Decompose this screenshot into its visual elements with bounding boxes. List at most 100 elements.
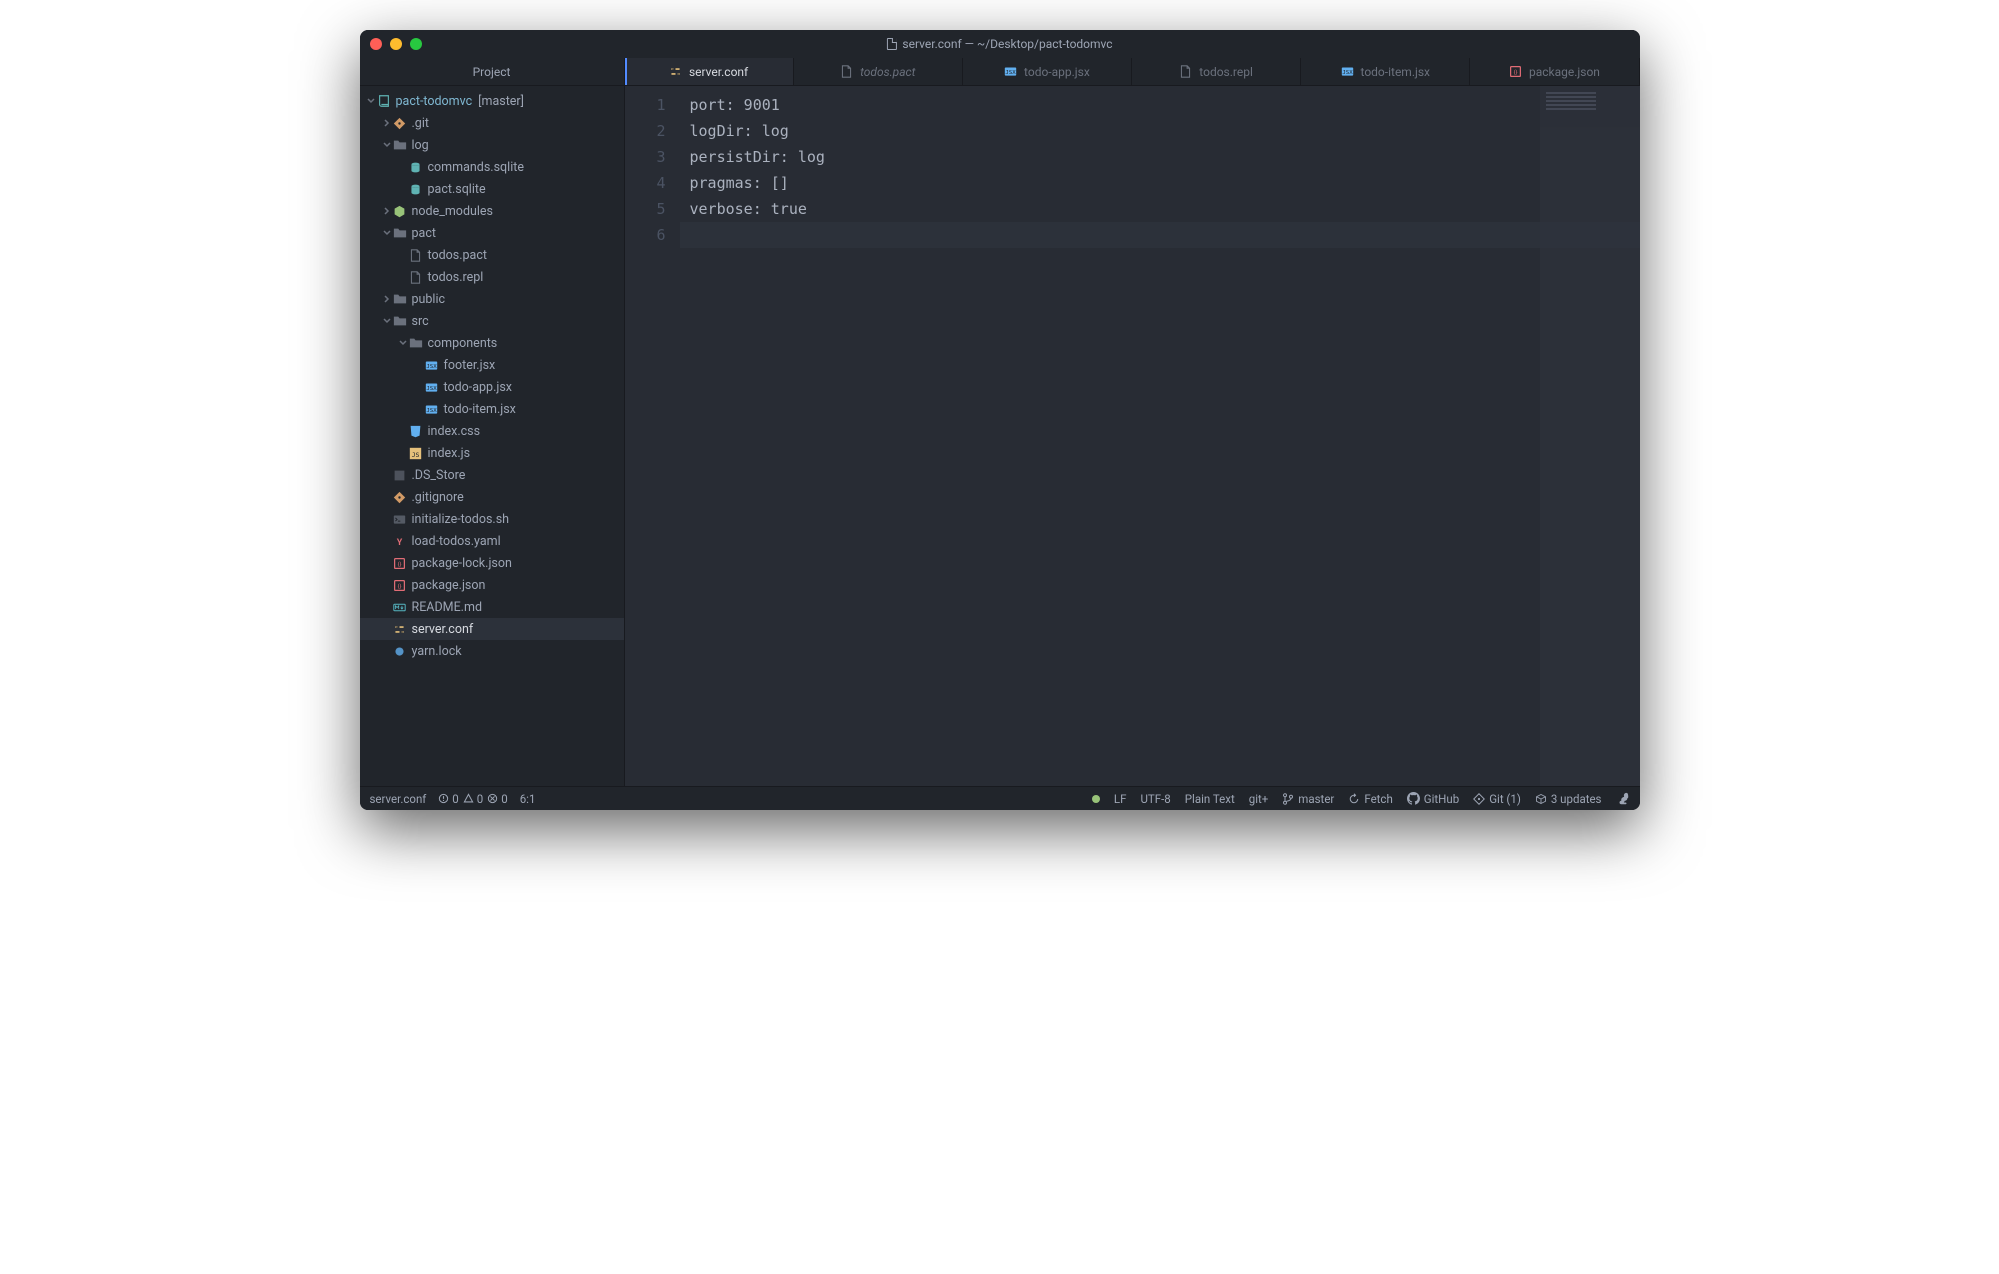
status-fetch[interactable]: Fetch: [1348, 792, 1392, 806]
code-line[interactable]: port: 9001: [680, 92, 1640, 118]
svg-text:{}: {}: [1514, 69, 1518, 76]
tab[interactable]: todos.pact: [794, 58, 963, 85]
file-tree[interactable]: pact-todomvc [master] .gitlog commands.sqli…: [360, 86, 624, 786]
tree-item[interactable]: node_modules: [360, 200, 624, 222]
tree-item[interactable]: initialize-todos.sh: [360, 508, 624, 530]
tree-item[interactable]: log: [360, 134, 624, 156]
tree-item[interactable]: server.conf: [360, 618, 624, 640]
editor-window: server.conf — ~/Desktop/pact-todomvc Pro…: [360, 30, 1640, 810]
maximize-window-button[interactable]: [410, 38, 422, 50]
status-git-status[interactable]: git+: [1249, 792, 1269, 806]
status-grammar[interactable]: Plain Text: [1185, 792, 1235, 806]
code-line[interactable]: verbose: true: [680, 196, 1640, 222]
js-icon: JS: [408, 447, 424, 460]
tree-item[interactable]: README.md: [360, 596, 624, 618]
jsx-icon: JSX: [424, 359, 440, 372]
status-branch[interactable]: master: [1282, 792, 1334, 806]
tree-item[interactable]: src: [360, 310, 624, 332]
git-icon: [1473, 793, 1485, 805]
tree-item-label: components: [428, 336, 498, 351]
tree-item[interactable]: .DS_Store: [360, 464, 624, 486]
tree-item[interactable]: JSX todo-app.jsx: [360, 376, 624, 398]
tab-label: todo-app.jsx: [1024, 65, 1090, 79]
tab[interactable]: JSXtodo-item.jsx: [1301, 58, 1470, 85]
tab-label: package.json: [1529, 65, 1600, 79]
svg-text:JSX: JSX: [426, 385, 437, 391]
file-icon: [840, 65, 854, 78]
tree-item[interactable]: public: [360, 288, 624, 310]
status-git-count[interactable]: Git (1): [1473, 792, 1521, 806]
code-area[interactable]: port: 9001logDir: logpersistDir: logprag…: [680, 86, 1640, 786]
status-diagnostics[interactable]: 0 0 0: [438, 792, 507, 806]
tab[interactable]: server.conf: [625, 58, 794, 85]
tree-item[interactable]: todos.pact: [360, 244, 624, 266]
tree-item[interactable]: index.css: [360, 420, 624, 442]
tree-item-label: src: [412, 314, 429, 329]
tree-item-label: server.conf: [412, 622, 474, 637]
tree-item-label: todo-app.jsx: [444, 380, 513, 395]
tree-item[interactable]: commands.sqlite: [360, 156, 624, 178]
tab[interactable]: JSX todo-app.jsx: [963, 58, 1132, 85]
code-line[interactable]: persistDir: log: [680, 144, 1640, 170]
tree-item[interactable]: JSXfooter.jsx: [360, 354, 624, 376]
line-number: 5: [625, 196, 666, 222]
chevron-right-icon: [382, 295, 392, 303]
jsx-icon: JSX: [1004, 65, 1018, 78]
tree-root-branch: [master]: [478, 94, 524, 109]
tree-item-label: commands.sqlite: [428, 160, 524, 175]
minimize-window-button[interactable]: [390, 38, 402, 50]
conf-icon: [669, 65, 683, 78]
status-filename[interactable]: server.conf: [370, 792, 427, 806]
tab-label: todos.repl: [1199, 65, 1253, 79]
status-github[interactable]: GitHub: [1407, 792, 1459, 806]
tab[interactable]: {} package.json: [1470, 58, 1639, 85]
code-line[interactable]: logDir: log: [680, 118, 1640, 144]
tree-item[interactable]: JSindex.js: [360, 442, 624, 464]
tree-item-label: todos.pact: [428, 248, 487, 263]
tree-item[interactable]: components: [360, 332, 624, 354]
tree-item[interactable]: .gitignore: [360, 486, 624, 508]
yaml-icon: Y: [392, 535, 408, 548]
tree-item[interactable]: {}package.json: [360, 574, 624, 596]
chevron-down-icon: [382, 229, 392, 237]
tree-item-label: .DS_Store: [412, 468, 466, 483]
tree-item[interactable]: pact: [360, 222, 624, 244]
git-icon: [392, 117, 408, 130]
status-squirrel[interactable]: [1616, 792, 1630, 806]
close-window-button[interactable]: [370, 38, 382, 50]
tree-root-label: pact-todomvc: [396, 94, 473, 109]
folder-icon: [392, 314, 408, 328]
json-icon: {}: [392, 557, 408, 570]
node-icon: [392, 205, 408, 218]
minimap[interactable]: [1540, 86, 1640, 786]
code-line[interactable]: [680, 222, 1640, 248]
tree-item[interactable]: Yload-todos.yaml: [360, 530, 624, 552]
tab[interactable]: todos.repl: [1132, 58, 1301, 85]
tab-bar: server.conftodos.pact JSX todo-app.jsx todo…: [625, 58, 1640, 86]
status-line-ending[interactable]: LF: [1114, 792, 1127, 806]
tree-root[interactable]: pact-todomvc [master]: [360, 90, 624, 112]
window-title: server.conf — ~/Desktop/pact-todomvc: [886, 37, 1112, 51]
chevron-down-icon: [382, 317, 392, 325]
tree-item[interactable]: {}package-lock.json: [360, 552, 624, 574]
status-updates[interactable]: 3 updates: [1535, 792, 1602, 806]
editor-body[interactable]: 123456 port: 9001logDir: logpersistDir: …: [625, 86, 1640, 786]
tree-item-label: package.json: [412, 578, 486, 593]
tree-item-label: yarn.lock: [412, 644, 462, 659]
status-encoding[interactable]: UTF-8: [1140, 792, 1170, 806]
lock-icon: [392, 645, 408, 658]
squirrel-icon: [1616, 792, 1630, 806]
tree-item[interactable]: yarn.lock: [360, 640, 624, 662]
tree-item[interactable]: JSXtodo-item.jsx: [360, 398, 624, 420]
editor-pane: server.conftodos.pact JSX todo-app.jsx todo…: [625, 58, 1640, 786]
status-cursor-position[interactable]: 6:1: [520, 792, 536, 806]
md-icon: [392, 601, 408, 614]
chevron-down-icon: [398, 339, 408, 347]
tree-item[interactable]: pact.sqlite: [360, 178, 624, 200]
tree-item[interactable]: .git: [360, 112, 624, 134]
tree-item-label: initialize-todos.sh: [412, 512, 510, 527]
code-line[interactable]: pragmas: []: [680, 170, 1640, 196]
folder-icon: [408, 336, 424, 350]
github-icon: [1407, 792, 1420, 805]
tree-item[interactable]: todos.repl: [360, 266, 624, 288]
